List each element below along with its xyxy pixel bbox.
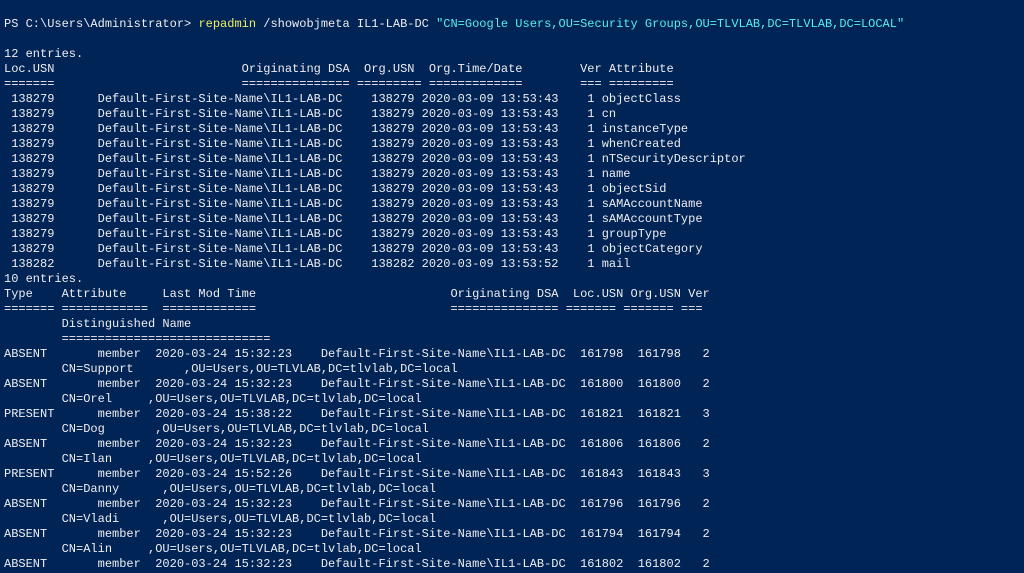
- meta-columns-header: Loc.USN Originating DSA Org.USN Org.Time…: [4, 62, 674, 76]
- terminal-screen[interactable]: PS C:\Users\Administrator> repadmin /sho…: [0, 0, 1024, 573]
- member-row-dn: CN=Dog ,OU=Users,OU=TLVLAB,DC=tlvlab,DC=…: [4, 422, 429, 436]
- meta-row: 138282 Default-First-Site-Name\IL1-LAB-D…: [4, 257, 631, 271]
- member-row: ABSENT member 2020-03-24 15:32:23 Defaul…: [4, 557, 710, 571]
- member-row-dn: CN=Vladi ,OU=Users,OU=TLVLAB,DC=tlvlab,D…: [4, 512, 436, 526]
- meta-row: 138279 Default-First-Site-Name\IL1-LAB-D…: [4, 107, 616, 121]
- member-row-dn: CN=Ilan ,OU=Users,OU=TLVLAB,DC=tlvlab,DC…: [4, 452, 422, 466]
- member-row: ABSENT member 2020-03-24 15:32:23 Defaul…: [4, 497, 710, 511]
- meta-row: 138279 Default-First-Site-Name\IL1-LAB-D…: [4, 152, 746, 166]
- meta-columns-underline: ======= =============== ========= ======…: [4, 77, 674, 91]
- meta-row: 138279 Default-First-Site-Name\IL1-LAB-D…: [4, 227, 667, 241]
- meta-row: 138279 Default-First-Site-Name\IL1-LAB-D…: [4, 137, 681, 151]
- meta-entries-count: 12 entries.: [4, 47, 83, 61]
- member-row: PRESENT member 2020-03-24 15:38:22 Defau…: [4, 407, 710, 421]
- member-entries-count: 10 entries.: [4, 272, 83, 286]
- meta-row: 138279 Default-First-Site-Name\IL1-LAB-D…: [4, 242, 703, 256]
- member-row: PRESENT member 2020-03-24 15:52:26 Defau…: [4, 467, 710, 481]
- meta-row: 138279 Default-First-Site-Name\IL1-LAB-D…: [4, 212, 703, 226]
- cmd-dn: "CN=Google Users,OU=Security Groups,OU=T…: [436, 17, 904, 31]
- prompt-prefix: PS C:\Users\Administrator>: [4, 17, 198, 31]
- member-row: ABSENT member 2020-03-24 15:32:23 Defaul…: [4, 377, 710, 391]
- blank-line: [4, 32, 11, 46]
- cmd-repadmin: repadmin: [198, 17, 263, 31]
- prompt-line: PS C:\Users\Administrator> repadmin /sho…: [4, 17, 904, 31]
- member-row-dn: CN=Support ,OU=Users,OU=TLVLAB,DC=tlvlab…: [4, 362, 458, 376]
- member-row: ABSENT member 2020-03-24 15:32:23 Defaul…: [4, 347, 710, 361]
- meta-row: 138279 Default-First-Site-Name\IL1-LAB-D…: [4, 167, 631, 181]
- meta-row: 138279 Default-First-Site-Name\IL1-LAB-D…: [4, 122, 688, 136]
- member-dn-header: Distinguished Name: [4, 317, 191, 331]
- member-row-dn: CN=Orel ,OU=Users,OU=TLVLAB,DC=tlvlab,DC…: [4, 392, 422, 406]
- member-columns-underline: ======= ============ ============= =====…: [4, 302, 703, 316]
- meta-row: 138279 Default-First-Site-Name\IL1-LAB-D…: [4, 92, 681, 106]
- member-row-dn: CN=Alin ,OU=Users,OU=TLVLAB,DC=tlvlab,DC…: [4, 542, 422, 556]
- member-row-dn: CN=Danny ,OU=Users,OU=TLVLAB,DC=tlvlab,D…: [4, 482, 436, 496]
- meta-row: 138279 Default-First-Site-Name\IL1-LAB-D…: [4, 182, 667, 196]
- member-dn-underline: =============================: [4, 332, 270, 346]
- meta-row: 138279 Default-First-Site-Name\IL1-LAB-D…: [4, 197, 703, 211]
- member-row: ABSENT member 2020-03-24 15:32:23 Defaul…: [4, 437, 710, 451]
- member-columns-header: Type Attribute Last Mod Time Originating…: [4, 287, 710, 301]
- member-row: ABSENT member 2020-03-24 15:32:23 Defaul…: [4, 527, 710, 541]
- cmd-args: /showobjmeta IL1-LAB-DC: [263, 17, 436, 31]
